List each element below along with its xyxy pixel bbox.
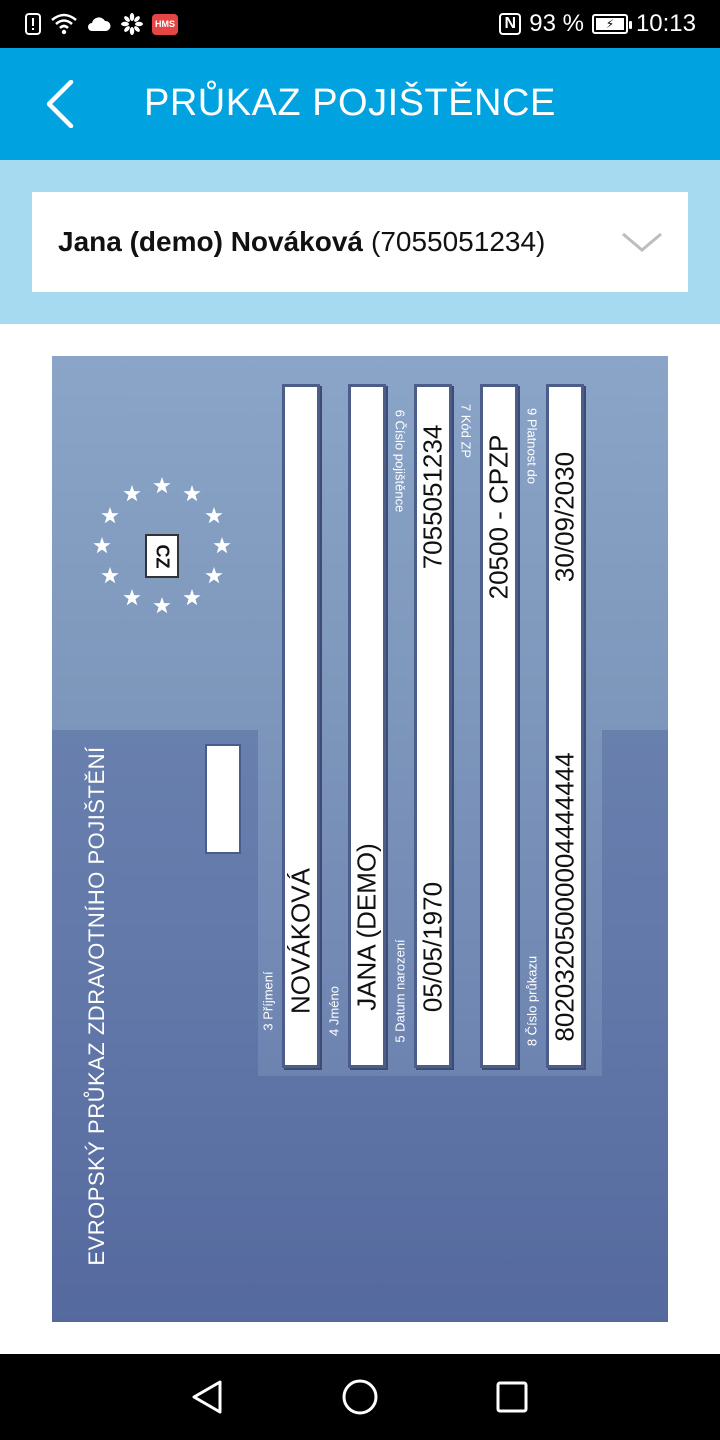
card-number-field: 30/09/2030 80203205000004444444 xyxy=(546,384,584,1068)
birth-date-value: 05/05/1970 xyxy=(417,881,448,1013)
recents-square-icon xyxy=(496,1381,528,1413)
first-name-label: 4 Jméno xyxy=(326,986,342,1036)
insured-selector-band: Jana (demo) Nováková (7055051234) xyxy=(0,160,720,324)
surname-field: NOVÁKOVÁ xyxy=(282,384,320,1068)
insured-person-dropdown[interactable]: Jana (demo) Nováková (7055051234) xyxy=(32,192,688,292)
status-icons-left: HMS xyxy=(24,10,178,38)
insurer-code-label: 7 Kód ZP xyxy=(458,403,474,459)
first-name-field: JANA (DEMO) xyxy=(348,384,386,1068)
birth-date-label: 5 Datum narození xyxy=(392,939,408,1043)
nav-home-button[interactable] xyxy=(335,1374,385,1420)
insurance-card-image: CZ EVROPSKÝ PRŮKAZ ZDRAVOTNÍHO POJIŠTĚNÍ… xyxy=(52,356,668,1322)
page-title: PRŮKAZ POJIŠTĚNCE xyxy=(144,82,556,124)
nfc-icon: N xyxy=(499,13,522,35)
back-button[interactable] xyxy=(30,74,90,134)
insured-number-value: 7055051234 xyxy=(417,424,448,570)
app-bar: PRŮKAZ POJIŠTĚNCE xyxy=(0,48,720,160)
navigation-bar xyxy=(0,1354,720,1440)
selected-person-id: (7055051234) xyxy=(371,226,546,257)
valid-until-value: 30/09/2030 xyxy=(549,451,580,583)
back-triangle-icon xyxy=(192,1380,222,1414)
battery-percent: 93 % xyxy=(529,10,584,37)
nav-back-button[interactable] xyxy=(182,1374,232,1420)
card-number-value: 80203205000004444444 xyxy=(549,752,580,1042)
battery-charging-icon: ⚡ xyxy=(591,14,632,34)
card-number-label: 8 Číslo průkazu xyxy=(524,955,540,1047)
chevron-down-icon xyxy=(622,232,662,252)
wifi-icon xyxy=(51,13,77,35)
card-chip-area xyxy=(205,744,241,854)
back-arrow-icon xyxy=(46,80,74,128)
surname-label: 3 Příjmení xyxy=(260,971,276,1031)
valid-until-label: 9 Platnost do xyxy=(524,408,540,484)
birth-date-field: 7055051234 05/05/1970 xyxy=(414,384,452,1068)
status-icons-right: N 93 % ⚡ 10:13 xyxy=(499,8,696,40)
huawei-icon xyxy=(121,13,143,35)
first-name-value: JANA (DEMO) xyxy=(351,843,382,1011)
cloud-icon xyxy=(88,17,111,31)
country-code-badge: CZ xyxy=(145,534,179,578)
insured-number-label: 6 Číslo pojištěnce xyxy=(392,409,408,513)
home-circle-icon xyxy=(342,1379,378,1415)
insurer-code-value: 20500 - CPZP xyxy=(483,434,514,600)
selected-person-name: Jana (demo) Nováková xyxy=(58,226,363,257)
status-bar: HMS N 93 % ⚡ 10:13 xyxy=(0,0,720,48)
nav-recents-button[interactable] xyxy=(487,1374,537,1420)
surname-value: NOVÁKOVÁ xyxy=(285,868,316,1014)
alert-icon xyxy=(25,13,41,35)
insurer-code-field: 20500 - CPZP xyxy=(480,384,518,1068)
card-title: EVROPSKÝ PRŮKAZ ZDRAVOTNÍHO POJIŠTĚNÍ xyxy=(84,746,109,1266)
hms-icon: HMS xyxy=(152,13,178,35)
clock: 10:13 xyxy=(635,10,696,37)
